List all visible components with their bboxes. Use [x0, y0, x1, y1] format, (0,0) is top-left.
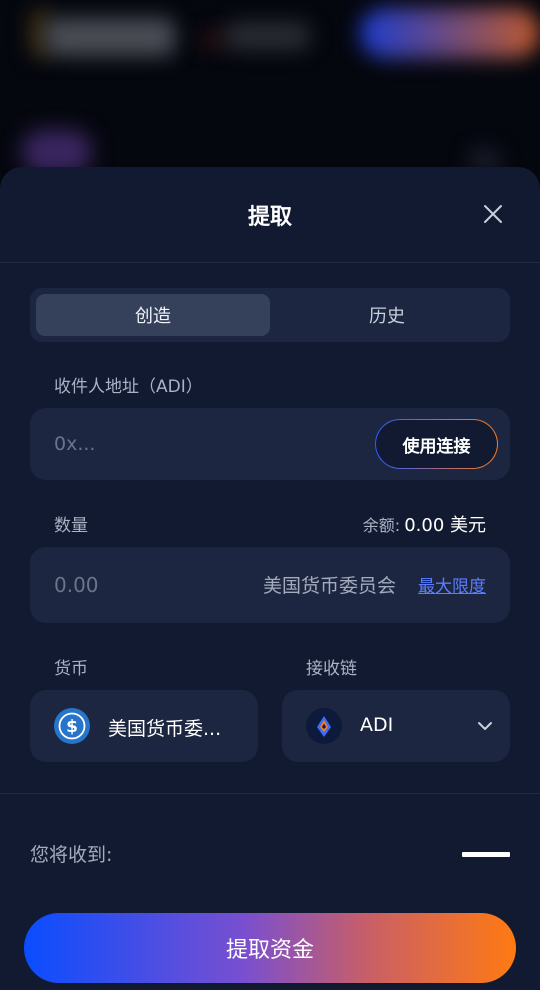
balance-value: 0.00 美元 — [404, 515, 486, 536]
withdraw-funds-button[interactable]: 提取资金 — [24, 913, 516, 983]
amount-field: 美国货币委员会 最大限度 — [30, 547, 510, 623]
receive-label: 您将收到: — [30, 844, 113, 866]
svg-text:$: $ — [66, 717, 78, 737]
recipient-address-input[interactable] — [54, 408, 354, 480]
tab-history[interactable]: 历史 — [270, 294, 504, 336]
balance-readout: 余额: 0.00 美元 — [363, 511, 486, 537]
usdc-icon: $ — [54, 708, 90, 744]
max-amount-link[interactable]: 最大限度 — [418, 572, 486, 597]
adi-chain-icon — [306, 708, 342, 744]
tab-create[interactable]: 创造 — [36, 294, 270, 336]
background-blur-shape — [200, 34, 228, 46]
withdraw-sheet: 提取 创造 历史 收件人地址（ADI） 使用连接 数量 余额:0.00 美元 美… — [0, 167, 540, 990]
background-blur-shape — [45, 18, 175, 56]
chain-label: 接收链 — [306, 659, 357, 679]
close-icon — [484, 205, 502, 223]
background-blur-shape — [360, 8, 540, 58]
currency-selected-value: 美国货币委... — [108, 718, 222, 740]
chevron-down-icon — [478, 722, 492, 730]
background-blur-shape — [225, 22, 310, 50]
amount-unit: 美国货币委员会 — [262, 575, 396, 597]
amount-label: 数量 — [54, 516, 88, 536]
close-button[interactable] — [482, 203, 504, 225]
receive-value-placeholder — [462, 852, 510, 857]
currency-select[interactable]: $ 美国货币委... — [30, 690, 258, 762]
use-connection-button[interactable]: 使用连接 — [375, 419, 498, 469]
balance-label: 余额: — [362, 516, 401, 535]
tab-bar: 创造 历史 — [30, 288, 510, 342]
amount-input[interactable] — [54, 547, 234, 623]
currency-label: 货币 — [54, 659, 88, 679]
sheet-title: 提取 — [247, 205, 292, 230]
sheet-header: 提取 — [0, 167, 540, 263]
chain-select[interactable]: ADI — [282, 690, 510, 762]
section-divider — [0, 793, 540, 794]
chain-selected-value: ADI — [360, 714, 394, 736]
recipient-field: 使用连接 — [30, 408, 510, 480]
recipient-label: 收件人地址（ADI） — [54, 377, 203, 397]
